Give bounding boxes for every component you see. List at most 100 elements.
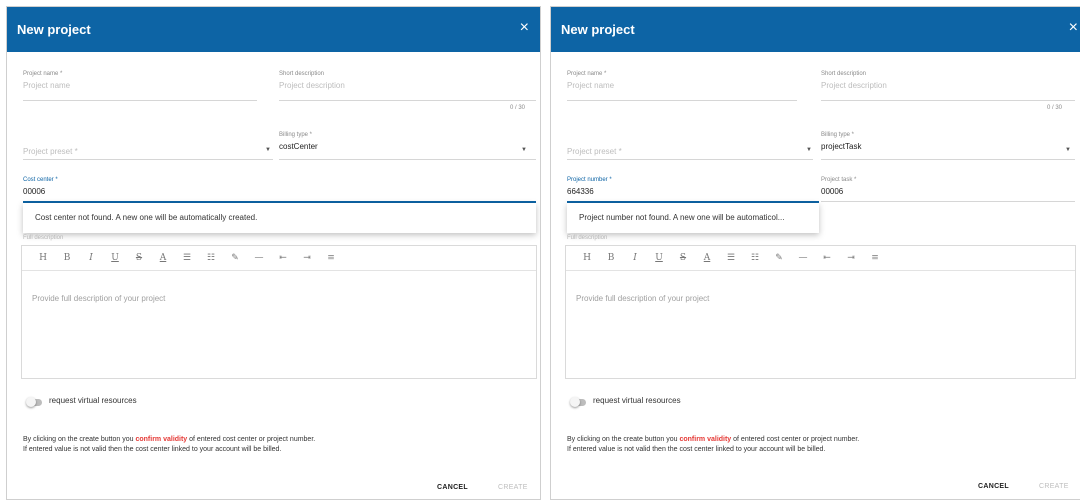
project-name-input[interactable]: Project name xyxy=(23,81,257,90)
cost-center-field[interactable]: Cost center * 00006 xyxy=(23,177,533,196)
autocomplete-suggestion[interactable]: Cost center not found. A new one will be… xyxy=(23,203,536,233)
strikethrough-icon[interactable]: S xyxy=(128,253,150,263)
heading-icon[interactable]: H xyxy=(576,253,598,263)
align-icon[interactable]: ≡ xyxy=(864,253,886,263)
new-project-dialog-project-task: New project × Project name * Project nam… xyxy=(550,6,1080,500)
cancel-button[interactable]: CANCEL xyxy=(978,483,1009,490)
note-prefix: By clicking on the create button you xyxy=(23,436,136,443)
chevron-down-icon[interactable]: ▼ xyxy=(265,147,271,153)
project-preset-select[interactable]: Project preset * xyxy=(23,143,271,156)
dialog-title: New project xyxy=(17,22,91,37)
autocomplete-suggestion[interactable]: Project number not found. A new one will… xyxy=(567,203,819,233)
project-task-input[interactable]: 00006 xyxy=(821,187,1071,196)
editor-placeholder: Provide full description of your project xyxy=(32,294,166,303)
project-name-underline xyxy=(567,100,797,101)
heading-icon[interactable]: H xyxy=(32,253,54,263)
virtual-resources-label: request virtual resources xyxy=(593,396,681,405)
project-number-field[interactable]: Project number * 664336 xyxy=(567,177,807,196)
numbered-list-icon[interactable]: ☷ xyxy=(200,253,222,263)
virtual-resources-toggle[interactable] xyxy=(26,397,42,407)
note-suffix: of entered cost center or project number… xyxy=(187,436,316,443)
project-task-field[interactable]: Project task * 00006 xyxy=(821,177,1071,196)
short-description-underline xyxy=(821,100,1075,101)
billing-confirmation-note: By clicking on the create button you con… xyxy=(23,435,538,455)
project-number-input[interactable]: 664336 xyxy=(567,187,807,196)
cost-center-input[interactable]: 00006 xyxy=(23,187,533,196)
note-suffix: of entered cost center or project number… xyxy=(731,436,860,443)
project-name-label: Project name * xyxy=(567,71,607,77)
billing-type-value: projectTask xyxy=(821,142,862,151)
char-counter: 0 / 30 xyxy=(1047,105,1063,111)
indent-icon[interactable]: ⇥ xyxy=(296,253,318,263)
billing-type-select[interactable]: Billing type * projectTask xyxy=(821,132,1066,151)
note-emphasis: confirm validity xyxy=(679,436,732,443)
outdent-icon[interactable]: ⇤ xyxy=(272,253,294,263)
cancel-button[interactable]: CANCEL xyxy=(437,484,468,491)
note-line2: If entered value is not valid then the c… xyxy=(23,446,282,453)
text-color-icon[interactable]: A xyxy=(152,253,174,263)
align-icon[interactable]: ≡ xyxy=(320,253,342,263)
project-preset-underline xyxy=(23,159,273,160)
full-description-label: Full description xyxy=(23,235,64,241)
create-button[interactable]: CREATE xyxy=(1039,483,1069,490)
horizontal-rule-icon[interactable]: — xyxy=(248,253,270,263)
billing-confirmation-note: By clicking on the create button you con… xyxy=(567,435,1079,455)
rich-text-editor[interactable]: H B I U S A ☰ ☷ ✎ — ⇤ ⇥ ≡ Provide full d… xyxy=(21,245,537,379)
close-icon[interactable]: × xyxy=(520,20,529,36)
short-description-field[interactable]: Short description Project description xyxy=(279,71,536,90)
link-icon[interactable]: ✎ xyxy=(768,253,790,263)
short-description-input[interactable]: Project description xyxy=(279,81,536,90)
note-prefix: By clicking on the create button you xyxy=(567,436,680,443)
link-icon[interactable]: ✎ xyxy=(224,253,246,263)
billing-type-label: Billing type * xyxy=(279,132,313,138)
short-description-field[interactable]: Short description Project description xyxy=(821,71,1075,90)
cost-center-label: Cost center * xyxy=(23,177,58,183)
billing-type-value: costCenter xyxy=(279,142,318,151)
strikethrough-icon[interactable]: S xyxy=(672,253,694,263)
italic-icon[interactable]: I xyxy=(624,253,646,263)
horizontal-rule-icon[interactable]: — xyxy=(792,253,814,263)
editor-toolbar: H B I U S A ☰ ☷ ✎ — ⇤ ⇥ ≡ xyxy=(566,246,1075,271)
note-emphasis: confirm validity xyxy=(135,436,188,443)
project-preset-placeholder: Project preset * xyxy=(567,147,622,156)
project-preset-select[interactable]: Project preset * xyxy=(567,143,812,156)
underline-icon[interactable]: U xyxy=(104,253,126,263)
note-line2: If entered value is not valid then the c… xyxy=(567,446,826,453)
bullet-list-icon[interactable]: ☰ xyxy=(176,253,198,263)
new-project-dialog-cost-center: New project × Project name * Project nam… xyxy=(6,6,541,500)
short-description-label: Short description xyxy=(821,71,867,77)
virtual-resources-toggle[interactable] xyxy=(570,397,586,407)
project-preset-underline xyxy=(567,159,813,160)
short-description-label: Short description xyxy=(279,71,325,77)
billing-type-underline xyxy=(279,159,536,160)
italic-icon[interactable]: I xyxy=(80,253,102,263)
dialog-title: New project xyxy=(561,22,635,37)
project-name-input[interactable]: Project name xyxy=(567,81,797,90)
project-task-underline xyxy=(821,201,1075,202)
rich-text-editor[interactable]: H B I U S A ☰ ☷ ✎ — ⇤ ⇥ ≡ Provide full d… xyxy=(565,245,1076,379)
billing-type-underline xyxy=(821,159,1075,160)
create-button[interactable]: CREATE xyxy=(498,484,528,491)
text-color-icon[interactable]: A xyxy=(696,253,718,263)
editor-placeholder: Provide full description of your project xyxy=(576,294,710,303)
bold-icon[interactable]: B xyxy=(56,253,78,263)
outdent-icon[interactable]: ⇤ xyxy=(816,253,838,263)
project-task-label: Project task * xyxy=(821,177,857,183)
chevron-down-icon[interactable]: ▼ xyxy=(521,147,527,153)
short-description-input[interactable]: Project description xyxy=(821,81,1075,90)
project-name-field[interactable]: Project name * Project name xyxy=(567,71,797,90)
project-preset-placeholder: Project preset * xyxy=(23,147,78,156)
chevron-down-icon[interactable]: ▼ xyxy=(1065,147,1071,153)
project-name-field[interactable]: Project name * Project name xyxy=(23,71,257,90)
billing-type-label: Billing type * xyxy=(821,132,855,138)
chevron-down-icon[interactable]: ▼ xyxy=(806,147,812,153)
project-name-label: Project name * xyxy=(23,71,63,77)
editor-toolbar: H B I U S A ☰ ☷ ✎ — ⇤ ⇥ ≡ xyxy=(22,246,536,271)
close-icon[interactable]: × xyxy=(1069,20,1078,36)
billing-type-select[interactable]: Billing type * costCenter xyxy=(279,132,529,151)
indent-icon[interactable]: ⇥ xyxy=(840,253,862,263)
bullet-list-icon[interactable]: ☰ xyxy=(720,253,742,263)
bold-icon[interactable]: B xyxy=(600,253,622,263)
numbered-list-icon[interactable]: ☷ xyxy=(744,253,766,263)
underline-icon[interactable]: U xyxy=(648,253,670,263)
